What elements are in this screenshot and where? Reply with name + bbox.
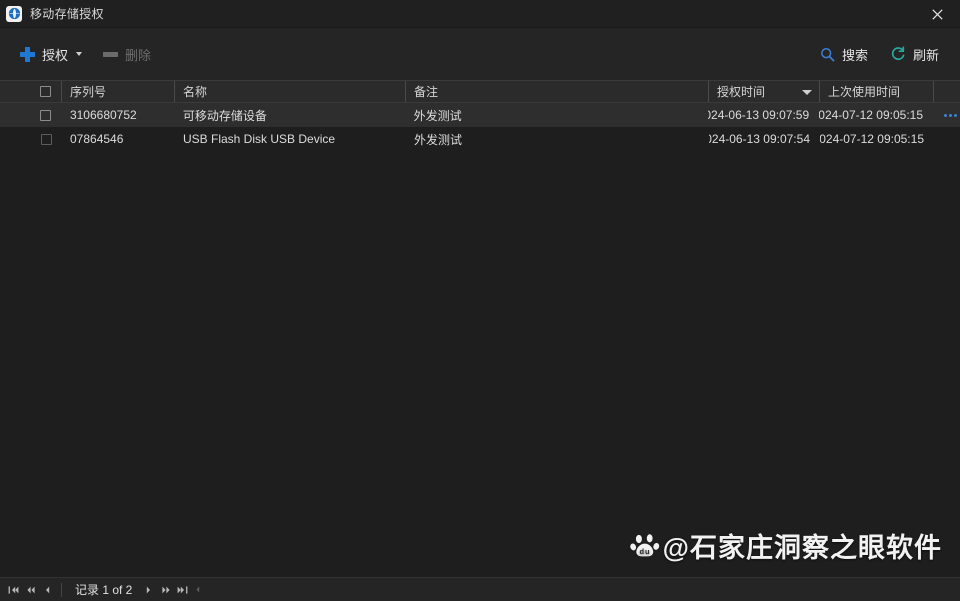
chevron-down-icon[interactable] [76, 52, 83, 56]
cell-last-used: 2024-07-12 09:05:15 [819, 108, 924, 122]
next-record-icon[interactable] [141, 581, 156, 599]
cell-row-actions [933, 103, 960, 127]
search-icon [819, 46, 836, 63]
plus-icon [19, 46, 36, 63]
table-row[interactable]: 07864546 USB Flash Disk USB Device 外发测试 … [0, 127, 960, 151]
minus-icon [102, 46, 119, 63]
cell-row-actions [934, 127, 960, 151]
toolbar-right-group: 搜索 刷新 [810, 39, 948, 69]
record-counter: 记录 1 of 2 [75, 583, 133, 597]
header-name[interactable]: 名称 [175, 81, 406, 102]
more-dots-icon[interactable] [941, 112, 960, 119]
header-auth-time[interactable]: 授权时间 [709, 81, 820, 102]
toolbar-left-group: 授权 删除 [10, 39, 160, 69]
header-last-used-label: 上次使用时间 [828, 85, 901, 99]
authorize-button-label: 授权 [42, 47, 69, 63]
last-page-icon[interactable] [175, 581, 190, 599]
next-page-icon[interactable] [158, 581, 173, 599]
first-page-icon[interactable] [6, 581, 21, 599]
resize-grip-icon[interactable] [192, 581, 204, 599]
status-bar: 记录 1 of 2 [0, 577, 960, 601]
window-title: 移动存储授权 [30, 7, 104, 21]
refresh-button[interactable]: 刷新 [881, 39, 948, 69]
refresh-button-label: 刷新 [912, 47, 939, 63]
delete-button[interactable]: 删除 [93, 39, 160, 69]
cell-name: USB Flash Disk USB Device [183, 132, 336, 146]
row-checkbox[interactable] [40, 109, 52, 121]
search-button-label: 搜索 [841, 47, 868, 63]
prev-record-icon[interactable] [40, 581, 55, 599]
delete-button-label: 删除 [125, 47, 152, 63]
pager-divider [61, 582, 62, 597]
header-name-label: 名称 [183, 85, 208, 99]
cell-auth-time: 2024-06-13 09:07:59 [708, 108, 810, 122]
title-bar: 移动存储授权 [0, 0, 960, 28]
cell-serial: 3106680752 [69, 108, 137, 122]
row-gutter [0, 127, 22, 151]
row-gutter [0, 103, 22, 127]
prev-page-icon[interactable] [23, 581, 38, 599]
row-select-cell[interactable] [22, 103, 62, 127]
close-button[interactable] [914, 0, 960, 28]
header-select-all[interactable] [22, 81, 62, 102]
cell-last-used: 2024-07-12 09:05:15 [820, 132, 924, 146]
sort-desc-icon[interactable] [802, 89, 812, 95]
device-table: 序列号 名称 备注 授权时间 上次使用时间 3106680752 可移动存储设备… [0, 80, 960, 577]
cell-auth-time: 2024-06-13 09:07:54 [709, 132, 810, 146]
header-serial[interactable]: 序列号 [62, 81, 175, 102]
app-window: 移动存储授权 授权 删除 搜索 刷新 序列号 名称 备注 授权时间 上次使用时间… [0, 0, 960, 601]
header-serial-label: 序列号 [70, 85, 107, 99]
cell-remark: 外发测试 [413, 108, 462, 123]
cell-remark: 外发测试 [414, 132, 463, 147]
header-remark[interactable]: 备注 [406, 81, 709, 102]
search-button[interactable]: 搜索 [810, 39, 877, 69]
refresh-icon [890, 46, 907, 63]
header-extra[interactable] [934, 81, 960, 102]
cell-name: 可移动存储设备 [182, 108, 267, 123]
cell-serial: 07864546 [70, 132, 124, 146]
shield-globe-icon [6, 5, 22, 22]
header-remark-label: 备注 [414, 85, 439, 99]
close-icon [931, 8, 943, 20]
row-checkbox[interactable] [40, 133, 52, 145]
header-gutter [0, 81, 22, 102]
authorize-button[interactable]: 授权 [10, 39, 91, 69]
row-select-cell[interactable] [22, 127, 62, 151]
select-all-checkbox[interactable] [40, 86, 51, 97]
table-row[interactable]: 3106680752 可移动存储设备 外发测试 2024-06-13 09:07… [0, 103, 960, 127]
header-auth-time-label: 授权时间 [717, 85, 766, 99]
table-body: 3106680752 可移动存储设备 外发测试 2024-06-13 09:07… [0, 103, 960, 577]
table-header-row: 序列号 名称 备注 授权时间 上次使用时间 [0, 80, 960, 103]
toolbar: 授权 删除 搜索 刷新 [0, 28, 960, 80]
header-last-used[interactable]: 上次使用时间 [820, 81, 934, 102]
